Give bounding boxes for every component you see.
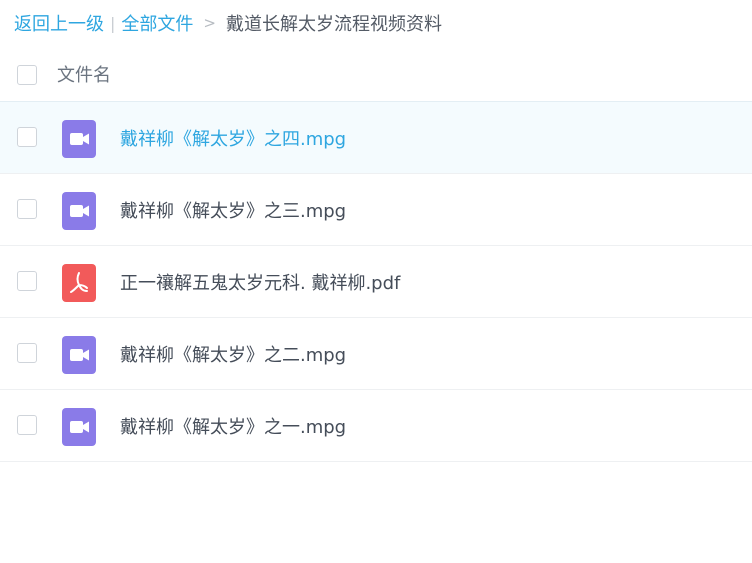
all-files-link[interactable]: 全部文件 — [121, 10, 193, 36]
file-checkbox[interactable] — [17, 343, 37, 363]
breadcrumb-separator: | — [110, 13, 116, 33]
file-row[interactable]: 正一禳解五鬼太岁元科. 戴祥柳.pdf — [0, 245, 752, 317]
video-icon — [62, 120, 96, 158]
video-icon — [62, 336, 96, 374]
file-name[interactable]: 戴祥柳《解太岁》之三.mpg — [120, 197, 346, 223]
file-list: 戴祥柳《解太岁》之四.mpg 戴祥柳《解太岁》之三.mpg 正一禳解五鬼太岁元科… — [0, 101, 752, 462]
file-row[interactable]: 戴祥柳《解太岁》之四.mpg — [0, 101, 752, 173]
file-checkbox[interactable] — [17, 199, 37, 219]
file-list-header: 文件名 — [0, 54, 752, 94]
video-icon — [62, 192, 96, 230]
back-link[interactable]: 返回上一级 — [14, 10, 104, 36]
file-row[interactable]: 戴祥柳《解太岁》之三.mpg — [0, 173, 752, 245]
file-checkbox[interactable] — [17, 415, 37, 435]
current-folder-title: 戴道长解太岁流程视频资料 — [225, 14, 442, 35]
select-all-checkbox[interactable] — [17, 65, 37, 85]
file-name[interactable]: 正一禳解五鬼太岁元科. 戴祥柳.pdf — [120, 269, 400, 295]
file-name[interactable]: 戴祥柳《解太岁》之二.mpg — [120, 341, 346, 367]
pdf-icon — [62, 264, 96, 302]
file-checkbox[interactable] — [17, 271, 37, 291]
breadcrumb: 返回上一级 | 全部文件 > 戴道长解太岁流程视频资料 — [14, 10, 442, 36]
file-row[interactable]: 戴祥柳《解太岁》之二.mpg — [0, 317, 752, 389]
video-icon — [62, 408, 96, 446]
file-row[interactable]: 戴祥柳《解太岁》之一.mpg — [0, 389, 752, 462]
filename-column-header: 文件名 — [57, 65, 111, 86]
file-name[interactable]: 戴祥柳《解太岁》之四.mpg — [120, 125, 346, 151]
breadcrumb-arrow: > — [203, 14, 216, 32]
file-checkbox[interactable] — [17, 127, 37, 147]
file-name[interactable]: 戴祥柳《解太岁》之一.mpg — [120, 413, 346, 439]
